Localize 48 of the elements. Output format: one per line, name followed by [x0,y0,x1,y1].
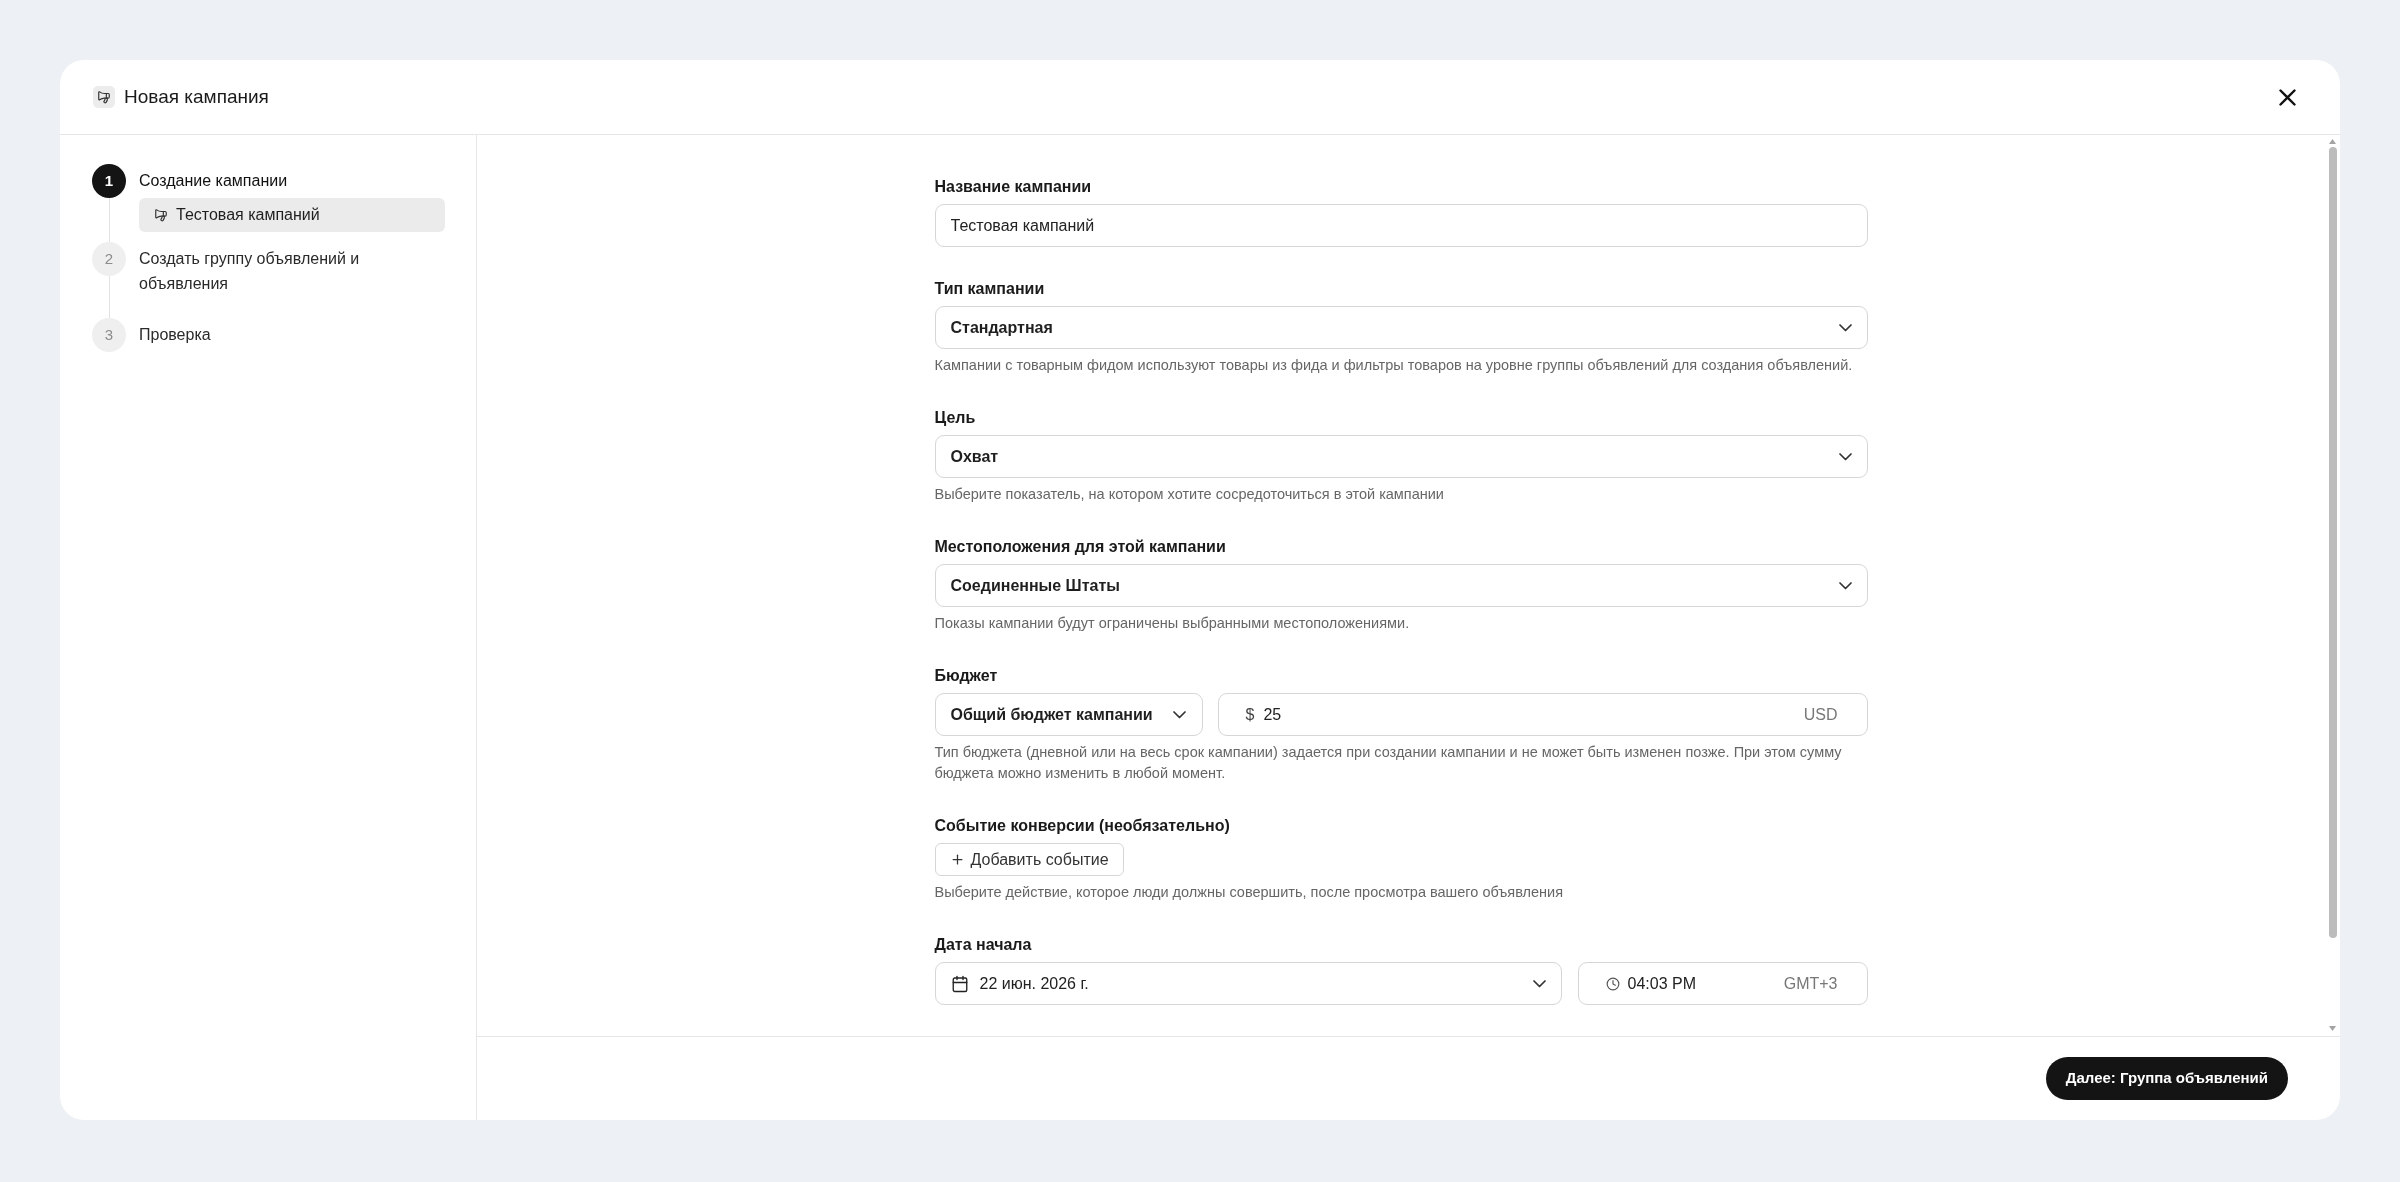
chevron-down-icon [1838,452,1852,461]
help-text: Кампании с товарным фидом используют товары из фида и фильтры товаров на уровне группы объявлений для создания объявлений. [934,356,1853,375]
field-label: Бюджет [934,666,998,686]
timezone-label: GMT+3 [1783,973,1838,994]
field-label: Дата начала [934,935,1032,955]
currency-symbol: $ [1245,704,1255,725]
megaphone-icon [154,208,168,222]
field-label: Название кампании [934,177,1092,197]
date-dropdown[interactable]: 22 июн. 2026 г. [934,962,1562,1005]
step-number: 1 [92,164,126,198]
currency-code: USD [1803,704,1838,725]
step-title[interactable]: Создание кампании [139,168,288,193]
chevron-down-icon [1532,979,1546,988]
field-label: Тип кампании [934,279,1045,299]
megaphone-icon [93,86,115,108]
scroll-down-icon[interactable] [2329,1026,2336,1031]
dropdown[interactable]: Стандартная [934,306,1868,349]
amount-field[interactable]: $ 25 USD [1217,693,1868,736]
dialog-title: Новая кампания [124,84,269,109]
scrollbar-thumb[interactable] [2328,147,2337,938]
step-title[interactable]: Проверка [139,322,211,347]
help-text: Выберите действие, которое люди должны совершить, после просмотра вашего объявления [934,883,1564,902]
chevron-down-icon [1838,323,1852,332]
time-field[interactable]: 04:03 PM GMT+3 [1577,962,1868,1005]
field-label: Событие конверсии (необязательно) [934,816,1230,836]
step-title[interactable]: Создать группу объявлений и объявления [139,246,445,296]
chevron-down-icon [1172,710,1186,719]
clock-icon [1605,976,1620,991]
close-icon [2278,88,2296,106]
scroll-up-icon[interactable] [2329,139,2336,144]
chevron-down-icon [1838,581,1852,590]
help-text: Показы кампании будут ограничены выбранными местоположениями. [934,614,1410,633]
step-number: 2 [92,242,126,276]
amount-value: 25 [1263,704,1282,725]
help-text: Тип бюджета (дневной или на весь срок кампании) задается при создании кампании и не может быть изменен позже. При этом сумму бюджета можно изменить в любой момент. [934,743,1843,783]
plus-icon [949,852,965,867]
help-text: Выберите показатель, на котором хотите сосредоточиться в этой кампании [934,485,1444,504]
step-number: 3 [92,318,126,352]
dropdown[interactable]: Общий бюджет кампании [934,693,1203,736]
calendar-icon [950,974,969,993]
add-event-button[interactable]: Добавить событие [934,843,1124,876]
next-button[interactable]: Далее: Группа объявлений [2045,1057,2288,1100]
dropdown[interactable]: Охват [934,435,1868,478]
text-input[interactable]: Тестовая кампаний [934,204,1868,247]
dropdown[interactable]: Соединенные Штаты [934,564,1868,607]
field-label: Цель [934,408,976,428]
field-label: Местоположения для этой кампании [934,537,1226,557]
sidebar-item[interactable]: Тестовая кампаний [139,198,445,232]
